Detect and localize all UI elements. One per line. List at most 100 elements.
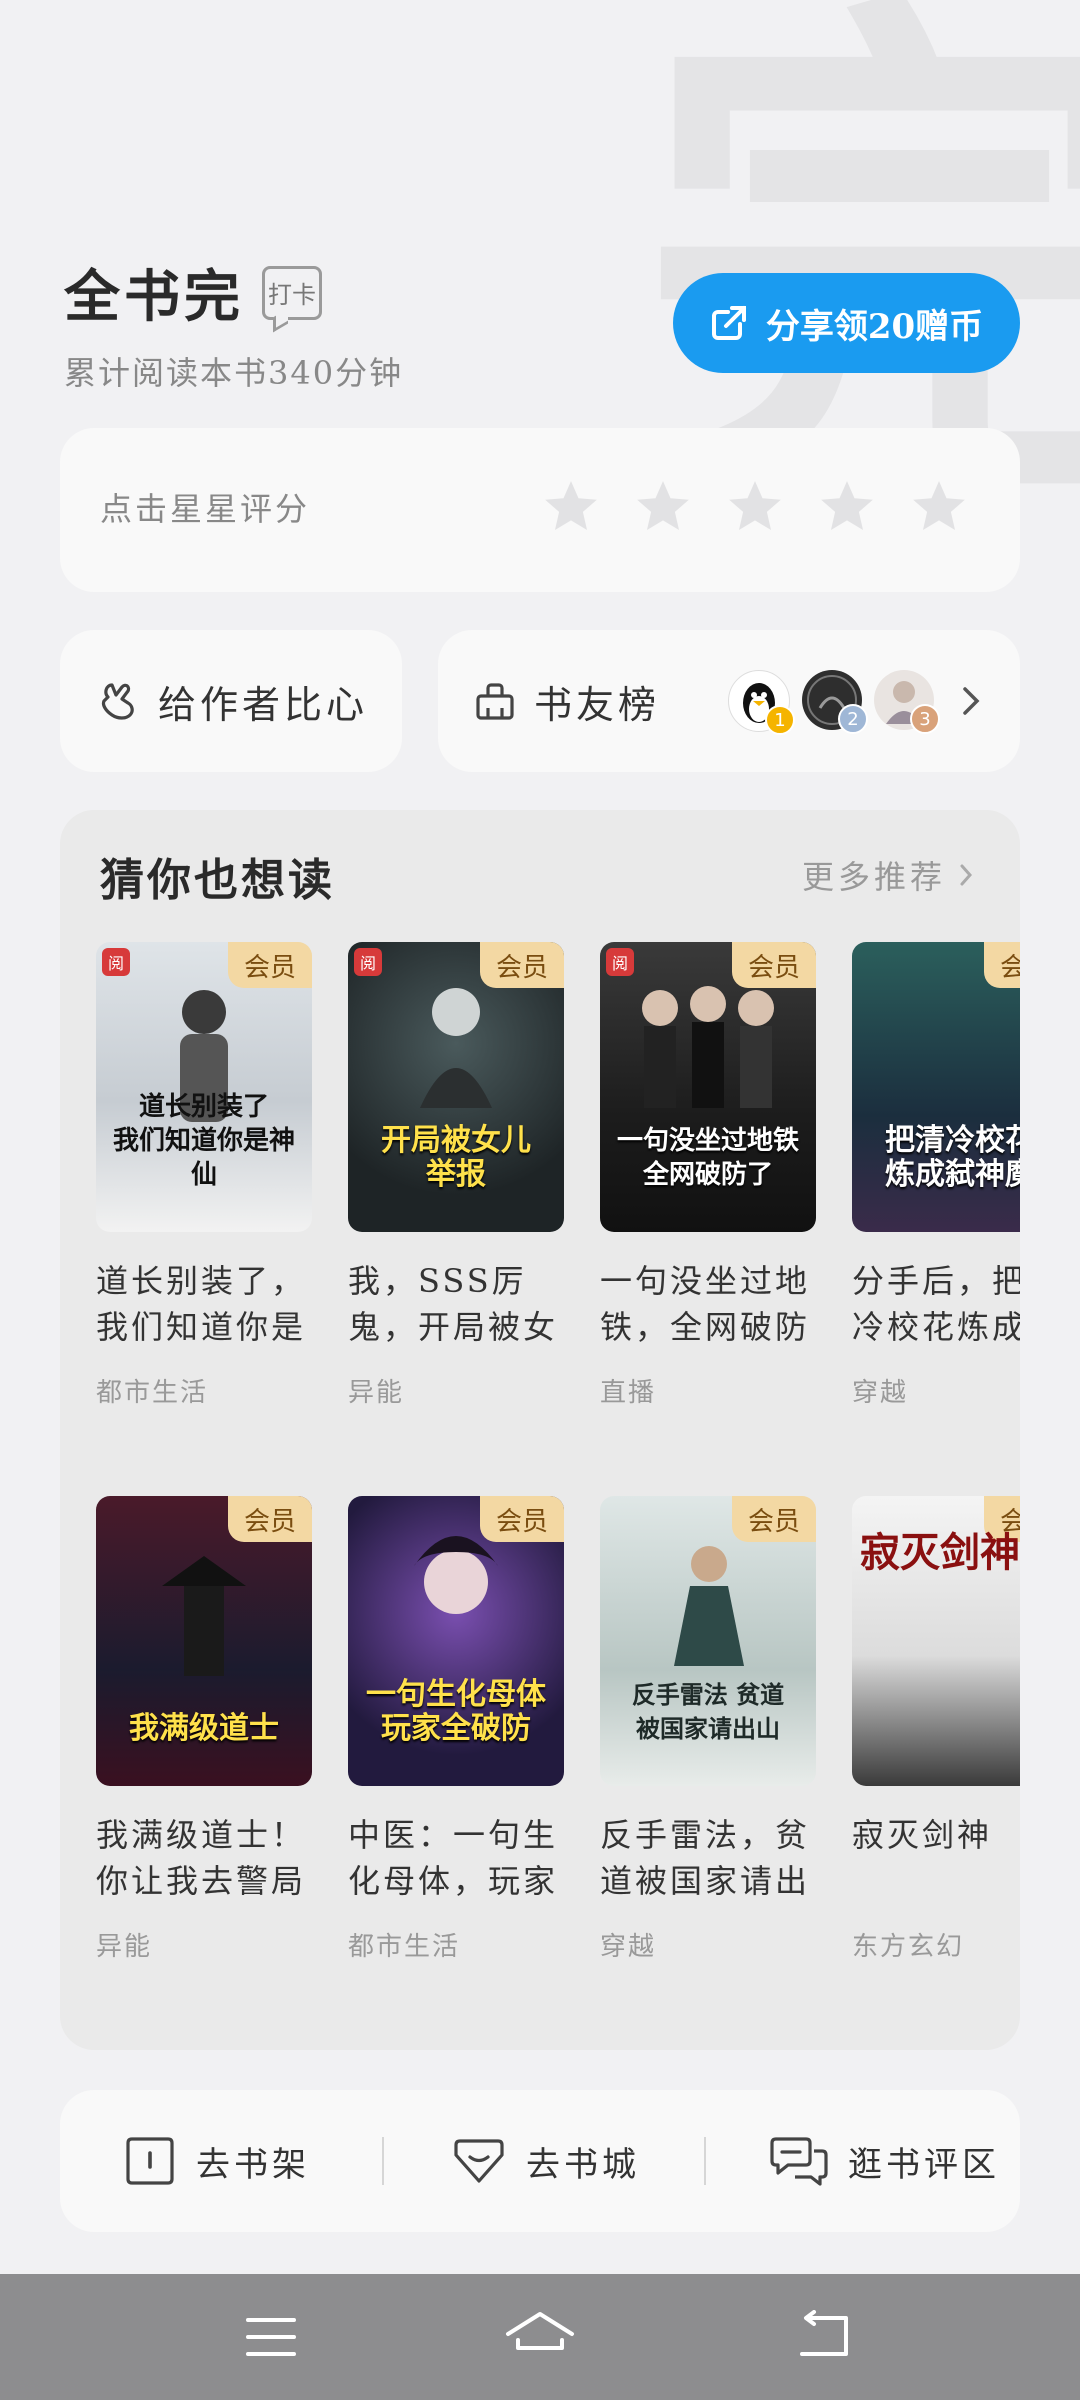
divider — [704, 2137, 706, 2185]
book-category: 异能 — [348, 1378, 405, 1408]
star-icon-4[interactable] — [816, 476, 878, 538]
cover-figure — [162, 1556, 246, 1676]
rating-card: 点击星星评分 — [60, 428, 1020, 592]
book-cover[interactable]: 会员 反手雷法 贫道 被国家请出山 — [600, 1496, 816, 1786]
book-title: 道长别装了，我们知道你是神仙 — [96, 1262, 307, 1346]
book-category: 异能 — [96, 1932, 153, 1962]
vip-badge: 会员 — [984, 942, 1020, 988]
home-icon[interactable] — [504, 2310, 576, 2364]
publisher-logo: 阅 — [102, 948, 131, 976]
star-icon-1[interactable] — [540, 476, 602, 538]
more-recommend-link[interactable]: 更多推荐 — [802, 852, 974, 898]
give-heart-to-author-button[interactable]: 给作者比心 — [60, 630, 402, 772]
cover-title: 寂灭剑神 — [860, 1529, 1020, 1576]
book-card[interactable]: 阅 会员 道长别装了 我们知道你是神仙 道长别装了，我们知道你是神仙 都市生活 — [96, 942, 312, 1409]
cover-title: 一句没坐过地铁 全网破防了 — [616, 1126, 799, 1190]
book-card[interactable]: 会员 把清冷校花 炼成弑神魔 分手后，把清冷校花炼成弑神魔 穿越 — [852, 942, 1020, 1409]
publisher-logo: 阅 — [354, 948, 383, 976]
cover-figure — [420, 988, 492, 1108]
go-reviews-button[interactable]: 逛书评区 — [768, 2135, 1000, 2187]
heart-hand-icon — [101, 683, 134, 720]
book-category: 东方玄幻 — [852, 1932, 965, 1962]
book-category: 直播 — [600, 1378, 657, 1408]
cover-title: 道长别装了 我们知道你是神仙 — [112, 1092, 295, 1190]
book-category: 穿越 — [852, 1378, 909, 1408]
avatar[interactable]: 1 — [728, 670, 795, 735]
recommend-title: 猜你也想读 — [100, 855, 335, 906]
menu-icon[interactable] — [244, 2310, 298, 2364]
share-icon — [711, 306, 746, 340]
recommend-section: 猜你也想读 更多推荐 阅 会员 道长别装了 我们知道你是神仙 道长别装了，我们知… — [60, 810, 1020, 2050]
chevron-right-icon — [963, 687, 980, 715]
checkin-tag[interactable]: 打卡 — [262, 265, 322, 320]
book-cover[interactable]: 会员 把清冷校花 炼成弑神魔 — [852, 942, 1020, 1232]
book-cover[interactable]: 会员 我满级道士 — [96, 1496, 312, 1786]
book-card[interactable]: 会员 一句生化母体 玩家全破防 中医：一句生化母体，玩家全破防 都市生活 — [348, 1496, 564, 1963]
give-heart-label: 给作者比心 — [158, 682, 369, 727]
cover-title: 反手雷法 贫道 被国家请出山 — [631, 1680, 785, 1743]
book-title: 我，SSS厉鬼，开局被女儿举报 — [348, 1262, 559, 1346]
cover-title: 我满级道士 — [129, 1711, 279, 1746]
cover-figure — [674, 1546, 744, 1666]
book-title: 我满级道士！你让我去警局应聘？ — [96, 1816, 307, 1900]
reader-rank-label: 书友榜 — [534, 682, 661, 727]
book-cover[interactable]: 阅 会员 开局被女儿 举报 — [348, 942, 564, 1232]
book-cover[interactable]: 阅 会员 道长别装了 我们知道你是神仙 — [96, 942, 312, 1232]
book-card[interactable]: 会员 寂灭剑神 寂灭剑神 东方玄幻 — [852, 1496, 1020, 1963]
share-button-label: 分享领20赠币 — [765, 306, 984, 347]
avatar[interactable]: 3 — [874, 670, 940, 734]
star-icon-5[interactable] — [908, 476, 970, 538]
book-title: 中医：一句生化母体，玩家全破防 — [348, 1816, 559, 1900]
chevron-right-icon — [960, 864, 973, 886]
rating-stars — [540, 476, 970, 538]
reading-time-text: 累计阅读本书340分钟 — [64, 354, 404, 392]
book-category: 都市生活 — [96, 1378, 209, 1408]
go-bookshelf-label: 去书架 — [196, 2144, 310, 2185]
page-title: 全书完 — [64, 264, 244, 330]
book-title: 寂灭剑神 — [852, 1816, 993, 1854]
book-title: 分手后，把清冷校花炼成弑神魔 — [852, 1262, 1020, 1346]
book-card[interactable]: 阅 会员 一句没坐过地铁 全网破防了 一句没坐过地铁，全网破防了 直播 — [600, 942, 816, 1409]
bottom-action-bar: 去书架 去书城 逛书评区 — [60, 2090, 1020, 2232]
avatar[interactable]: 2 — [802, 670, 868, 734]
go-reviews-label: 逛书评区 — [848, 2144, 1000, 2185]
cover-title: 一句生化母体 玩家全破防 — [366, 1677, 546, 1746]
book-card[interactable]: 会员 我满级道士 我满级道士！你让我去警局应聘？ 异能 — [96, 1496, 312, 1963]
star-icon-3[interactable] — [724, 476, 786, 538]
ranking-icon — [476, 683, 514, 720]
book-cover[interactable]: 会员 寂灭剑神 — [852, 1496, 1020, 1786]
book-cover[interactable]: 阅 会员 一句没坐过地铁 全网破防了 — [600, 942, 816, 1232]
publisher-logo: 阅 — [606, 948, 635, 976]
rank-badge-1: 1 — [765, 705, 795, 735]
back-icon[interactable] — [794, 2310, 854, 2364]
rank-avatars: 1 2 3 — [728, 670, 946, 735]
cover-title: 把清冷校花 炼成弑神魔 — [885, 1123, 1020, 1192]
book-cover[interactable]: 会员 一句生化母体 玩家全破防 — [348, 1496, 564, 1786]
go-bookstore-label: 去书城 — [526, 2144, 640, 2185]
book-card[interactable]: 会员 反手雷法 贫道 被国家请出山 反手雷法，贫道被国家请出山 穿越 — [600, 1496, 816, 1963]
bookstore-icon — [454, 2139, 504, 2183]
go-bookshelf-button[interactable]: 去书架 — [122, 2135, 310, 2187]
bookshelf-icon — [126, 2137, 174, 2185]
rating-label: 点击星星评分 — [100, 490, 311, 528]
system-navigation-bar — [0, 2274, 1080, 2400]
book-category: 都市生活 — [348, 1932, 461, 1962]
book-title: 反手雷法，贫道被国家请出山 — [600, 1816, 811, 1900]
rank-badge-2: 2 — [838, 704, 868, 734]
title-row: 全书完 打卡 — [64, 252, 322, 333]
cover-figures — [642, 986, 774, 1108]
vip-badge: 会员 — [228, 1496, 312, 1542]
rank-badge-3: 3 — [910, 704, 940, 734]
cover-title: 开局被女儿 举报 — [381, 1123, 531, 1192]
go-bookstore-button[interactable]: 去书城 — [450, 2135, 640, 2187]
star-icon-2[interactable] — [632, 476, 694, 538]
more-recommend-label: 更多推荐 — [801, 858, 946, 896]
divider — [382, 2137, 384, 2185]
comments-icon — [770, 2137, 828, 2186]
book-category: 穿越 — [600, 1932, 657, 1962]
reader-rank-button[interactable]: 书友榜 1 2 3 — [438, 630, 1020, 772]
share-button[interactable]: 分享领20赠币 — [673, 273, 1020, 373]
book-card[interactable]: 阅 会员 开局被女儿 举报 我，SSS厉鬼，开局被女儿举报 异能 — [348, 942, 564, 1409]
book-title: 一句没坐过地铁，全网破防了 — [600, 1262, 811, 1346]
cover-figure — [414, 1536, 498, 1614]
